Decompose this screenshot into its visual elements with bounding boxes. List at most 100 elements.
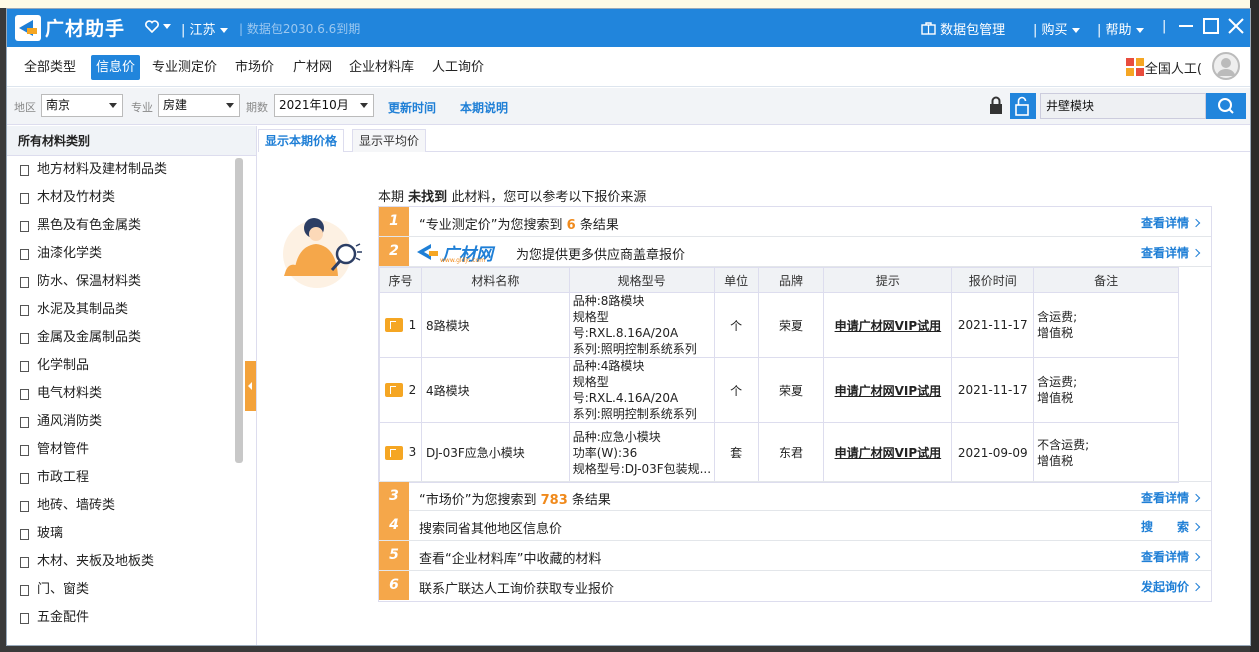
row-text: 联系广联达人工询价获取专业报价 [419,582,615,597]
sidebar-item[interactable]: 门、窗类 [7,576,256,604]
tab-all-types[interactable]: 全部类型 [19,55,81,80]
view-details-link[interactable]: 查看详情 [1140,548,1201,565]
search-button[interactable] [1206,93,1246,119]
sidebar-collapse-handle[interactable] [245,361,256,411]
tab-gcw[interactable]: 广材网 [288,55,337,80]
table-header-row: 序号 材料名称 规格型号 单位 品牌 提示 报价时间 备注 [379,267,1179,293]
notice-suffix: 此材料，您可以参考以下报价来源 [451,190,647,205]
document-icon [20,528,29,540]
region-dropdown[interactable]: | 江苏 [181,19,228,38]
sidebar-item[interactable]: 地砖、墙砖类 [7,492,256,520]
sidebar-list: 地方材料及建材制品类 木材及竹材类 黑色及有色金属类 油漆化学类 防水、保温材料… [7,156,256,632]
sidebar-item[interactable]: 通风消防类 [7,408,256,436]
lock-icon[interactable] [988,96,1004,116]
table-row[interactable]: 3 DJ-03F应急小模块 品种:应急小模块 功率(W):36 规格型号:DJ-03… [379,422,1179,483]
sidebar-item[interactable]: 金属及金属制品类 [7,324,256,352]
sidebar-item[interactable]: 玻璃 [7,520,256,548]
sidebar-item[interactable]: 黑色及有色金属类 [7,212,256,240]
national-labor-link[interactable]: 全国人工( [1125,57,1202,77]
sidebar-item[interactable]: 五金配件 [7,604,256,632]
vip-trial-link[interactable]: 申请广材网VIP试用 [823,292,953,358]
document-icon [20,584,29,596]
sidebar-item[interactable]: 木材、夹板及地板类 [7,548,256,576]
row-count: 783 [540,493,568,508]
column-header: 规格型号 [568,267,715,293]
start-inquiry-link[interactable]: 发起询价 [1141,578,1201,595]
tab-current-price[interactable]: 显示本期价格 [258,129,345,152]
tab-info-price[interactable]: 信息价 [91,55,141,80]
tab-enterprise-library[interactable]: 企业材料库 [344,55,419,80]
favorite-dropdown[interactable] [145,19,171,34]
document-icon [20,500,29,512]
document-icon [20,164,29,176]
link-label: 查看详情 [1140,550,1189,564]
tab-manual-inquiry[interactable]: 人工询价 [427,55,489,80]
sidebar-item[interactable]: 电气材料类 [7,380,256,408]
chevron-down-icon [109,103,117,108]
sidebar-item[interactable]: 地方材料及建材制品类 [7,156,256,184]
national-labor-label: 全国人工( [1144,61,1202,77]
period-description-link[interactable]: 本期说明 [460,99,508,116]
sidebar-item[interactable]: 市政工程 [7,464,256,492]
sidebar-scrollbar[interactable] [235,158,243,463]
sidebar-item-label: 黑色及有色金属类 [37,218,142,233]
period-select[interactable]: 2021年10月 [274,94,374,117]
sidebar-item[interactable]: 水泥及其制品类 [7,296,256,324]
tab-professional-price[interactable]: 专业测定价 [147,55,222,80]
vip-trial-link[interactable]: 申请广材网VIP试用 [823,357,953,423]
sidebar-item[interactable]: 防水、保温材料类 [7,268,256,296]
view-details-link[interactable]: 查看详情 [1141,489,1201,506]
app-logo: 广材助手 [15,14,125,41]
close-icon[interactable] [1227,17,1245,35]
tab-market-price[interactable]: 市场价 [230,55,279,80]
table-row[interactable]: 1 8路模块 品种:8路模块 规格型号:RXL.8.16A/20A 系列:照明控制系… [379,292,1179,358]
gcw-logo: 广材网 www.gldjc.com [417,240,493,265]
row-number-badge: 6 [379,571,409,600]
chevron-right-icon [1191,493,1201,503]
document-icon [20,248,29,260]
specialty-select-value: 房建 [163,98,188,112]
document-icon [20,360,29,372]
row-text-post: 条结果 [579,218,619,233]
avatar[interactable] [1212,52,1240,80]
spec-cell: 品种:4路模块 规格型号:RXL.4.16A/20A 系列:照明控制系统系列 [568,357,715,423]
region-select[interactable]: 南京 [41,94,123,117]
material-name-cell: DJ-03F应急小模块 [420,422,570,483]
update-time-link[interactable]: 更新时间 [388,99,436,116]
maximize-icon[interactable] [1202,17,1220,35]
buy-menu[interactable]: | 购买 [1033,19,1080,38]
quote-date-cell: 2021-11-17 [951,292,1035,358]
sidebar-item-label: 门、窗类 [37,582,90,597]
search-link[interactable]: 搜 索 [1141,518,1201,535]
note-line: 增值税 [1037,453,1074,468]
view-details-link[interactable]: 查看详情 [1141,214,1201,231]
spec-line: 规格型号:RXL.4.16A/20A [572,375,679,405]
document-icon [20,612,29,624]
app-name: 广材助手 [45,18,126,40]
sidebar-item[interactable]: 化学制品 [7,352,256,380]
unlock-icon[interactable] [1010,93,1036,119]
help-menu[interactable]: | 帮助 [1097,19,1144,38]
tab-average-price[interactable]: 显示平均价 [352,129,427,152]
heart-icon [145,20,159,34]
sidebar-item[interactable]: 油漆化学类 [7,240,256,268]
sidebar-item[interactable]: 管材管件 [7,436,256,464]
view-details-link[interactable]: 查看详情 [1141,244,1201,261]
document-icon [20,388,29,400]
results-panel: 1 “专业测定价”为您搜索到 6 条结果 查看详情 2 广材网 www.gldj… [378,206,1212,602]
sidebar-item-label: 化学制品 [37,358,90,373]
sidebar-item[interactable]: 木材及竹材类 [7,184,256,212]
package-expiry: | 数据包2030.6.6到期 [239,22,361,36]
unit-cell: 个 [713,292,759,358]
row-index: 1 [408,317,417,332]
gcw-logo-url: www.gldjc.com [440,257,486,264]
vip-trial-link[interactable]: 申请广材网VIP试用 [823,422,953,483]
specialty-select[interactable]: 房建 [158,94,240,117]
category-sidebar: 所有材料类别 地方材料及建材制品类 木材及竹材类 黑色及有色金属类 油漆化学类 … [7,126,257,645]
data-package-manage-button[interactable]: 数据包管理 [921,19,1005,38]
minimize-icon[interactable] [1177,17,1195,35]
package-expiry-text: 数据包2030.6.6到期 [246,22,361,36]
row-text-pre: “市场价”为您搜索到 [419,493,537,508]
search-input[interactable]: 井壁模块 [1040,93,1206,119]
table-row[interactable]: 2 4路模块 品种:4路模块 规格型号:RXL.4.16A/20A 系列:照明控制系… [379,357,1179,423]
